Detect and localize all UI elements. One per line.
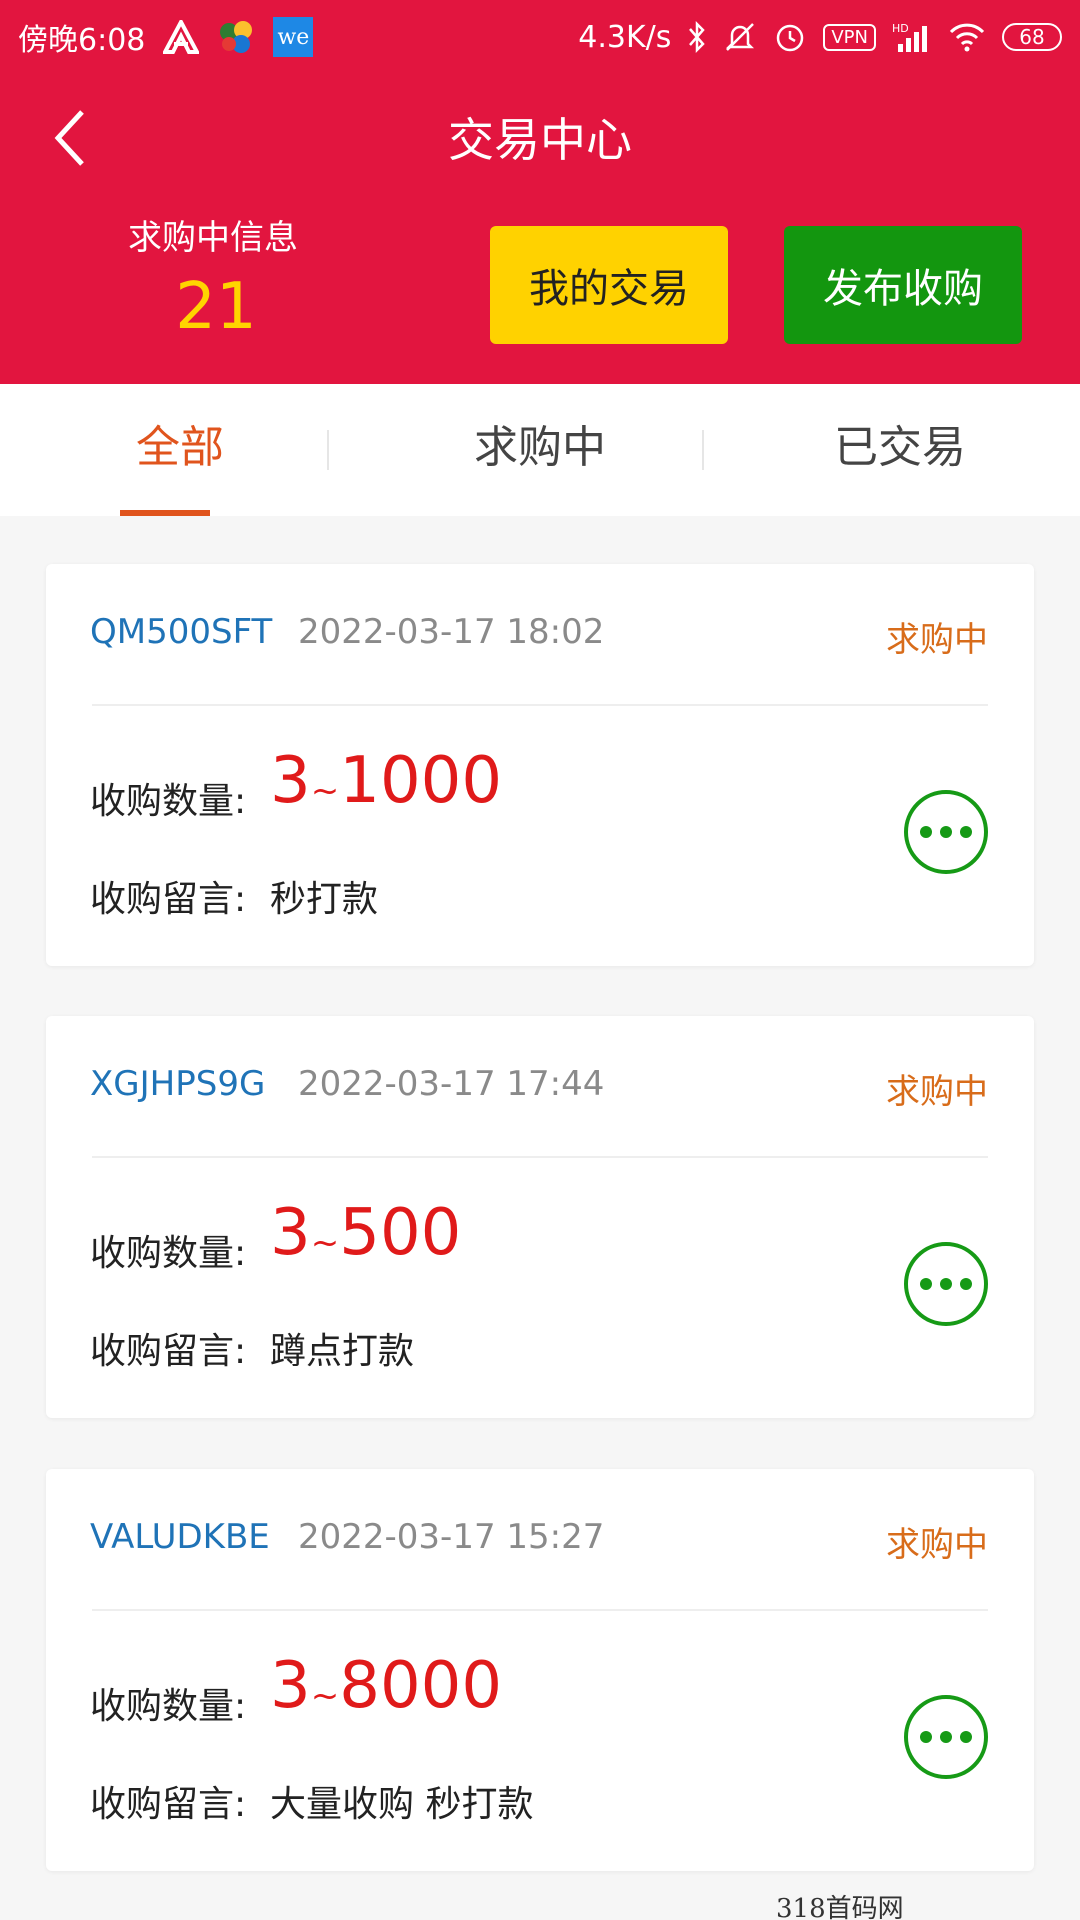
watermark: 318首码网 www.E318.com <box>776 1894 904 1920</box>
active-tab-indicator <box>120 510 210 516</box>
vpn-icon: VPN <box>823 23 876 51</box>
quantity-value: 3~8000 <box>270 1649 502 1723</box>
tab-buying[interactable]: 求购中 <box>360 384 720 516</box>
more-dot-icon <box>920 1278 932 1290</box>
publish-buy-button[interactable]: 发布收购 <box>784 226 1022 344</box>
status-bar: 傍晚6:08 we 4.3K/s VPN HD 68 <box>0 0 1080 74</box>
wifi-icon <box>948 22 986 52</box>
divider <box>92 1609 988 1611</box>
quantity-min: 3 <box>270 1196 311 1270</box>
trade-id: QM500SFT <box>90 612 273 652</box>
page-title: 交易中心 <box>448 113 632 167</box>
mute-bell-icon <box>723 20 757 54</box>
more-dot-icon <box>960 1731 972 1743</box>
quantity-min: 3 <box>270 1649 311 1723</box>
quantity-max: 500 <box>339 1196 462 1270</box>
buying-info-count: 21 <box>175 270 257 344</box>
battery-icon: 68 <box>1002 23 1062 51</box>
tab-divider <box>702 430 704 470</box>
message-label: 收购留言: <box>90 879 247 920</box>
more-dot-icon <box>940 826 952 838</box>
trade-card[interactable]: XGJHPS9G 2022-03-17 17:44 求购中 收购数量: 3~50… <box>46 1016 1034 1418</box>
status-time: 傍晚6:08 <box>18 23 146 58</box>
trade-id: VALUDKBE <box>90 1517 270 1557</box>
more-dot-icon <box>940 1278 952 1290</box>
trade-time: 2022-03-17 15:27 <box>298 1517 605 1557</box>
tab-divider <box>327 430 329 470</box>
app-a-icon <box>163 20 200 54</box>
quantity-separator: ~ <box>310 771 340 811</box>
status-badge: 求购中 <box>886 620 988 660</box>
divider <box>92 704 988 706</box>
header-bar: 傍晚6:08 we 4.3K/s VPN HD 68 交易中心 求购中信息 21… <box>0 0 1080 384</box>
status-badge: 求购中 <box>886 1072 988 1112</box>
svg-text:HD: HD <box>892 22 909 35</box>
quantity-max: 1000 <box>339 744 503 818</box>
tab-bar: 全部 求购中 已交易 <box>0 384 1080 516</box>
quantity-separator: ~ <box>310 1676 340 1716</box>
trade-time: 2022-03-17 18:02 <box>298 612 605 652</box>
network-speed: 4.3K/s <box>578 19 672 55</box>
app-we-icon: we <box>273 17 314 57</box>
more-options-button[interactable] <box>904 1695 988 1779</box>
tab-all[interactable]: 全部 <box>0 384 360 516</box>
alarm-icon <box>773 20 807 54</box>
trade-card[interactable]: QM500SFT 2022-03-17 18:02 求购中 收购数量: 3~10… <box>46 564 1034 966</box>
quantity-label: 收购数量: <box>90 1686 247 1727</box>
quantity-value: 3~1000 <box>270 744 502 818</box>
more-dot-icon <box>920 826 932 838</box>
trade-time: 2022-03-17 17:44 <box>298 1064 605 1104</box>
quantity-max: 8000 <box>339 1649 503 1723</box>
quantity-min: 3 <box>270 744 311 818</box>
message-value: 大量收购 秒打款 <box>270 1784 534 1825</box>
message-label: 收购留言: <box>90 1784 247 1825</box>
message-value: 蹲点打款 <box>270 1331 415 1372</box>
more-options-button[interactable] <box>904 1242 988 1326</box>
divider <box>92 1156 988 1158</box>
more-options-button[interactable] <box>904 790 988 874</box>
trade-id: XGJHPS9G <box>90 1064 266 1104</box>
more-dot-icon <box>960 1278 972 1290</box>
message-label: 收购留言: <box>90 1331 247 1372</box>
more-dot-icon <box>960 826 972 838</box>
quantity-label: 收购数量: <box>90 781 247 822</box>
more-dot-icon <box>940 1731 952 1743</box>
signal-icon: HD <box>892 20 932 54</box>
bluetooth-icon <box>687 20 707 54</box>
status-badge: 求购中 <box>886 1525 988 1565</box>
quantity-value: 3~500 <box>270 1196 461 1270</box>
quantity-separator: ~ <box>310 1223 340 1263</box>
trade-card[interactable]: VALUDKBE 2022-03-17 15:27 求购中 收购数量: 3~80… <box>46 1469 1034 1871</box>
buying-info-label: 求购中信息 <box>128 218 298 258</box>
message-value: 秒打款 <box>270 879 379 920</box>
my-trade-button[interactable]: 我的交易 <box>490 226 728 344</box>
more-dot-icon <box>920 1731 932 1743</box>
app-pinwheel-icon <box>217 18 255 56</box>
quantity-label: 收购数量: <box>90 1233 247 1274</box>
tab-traded[interactable]: 已交易 <box>720 384 1080 516</box>
